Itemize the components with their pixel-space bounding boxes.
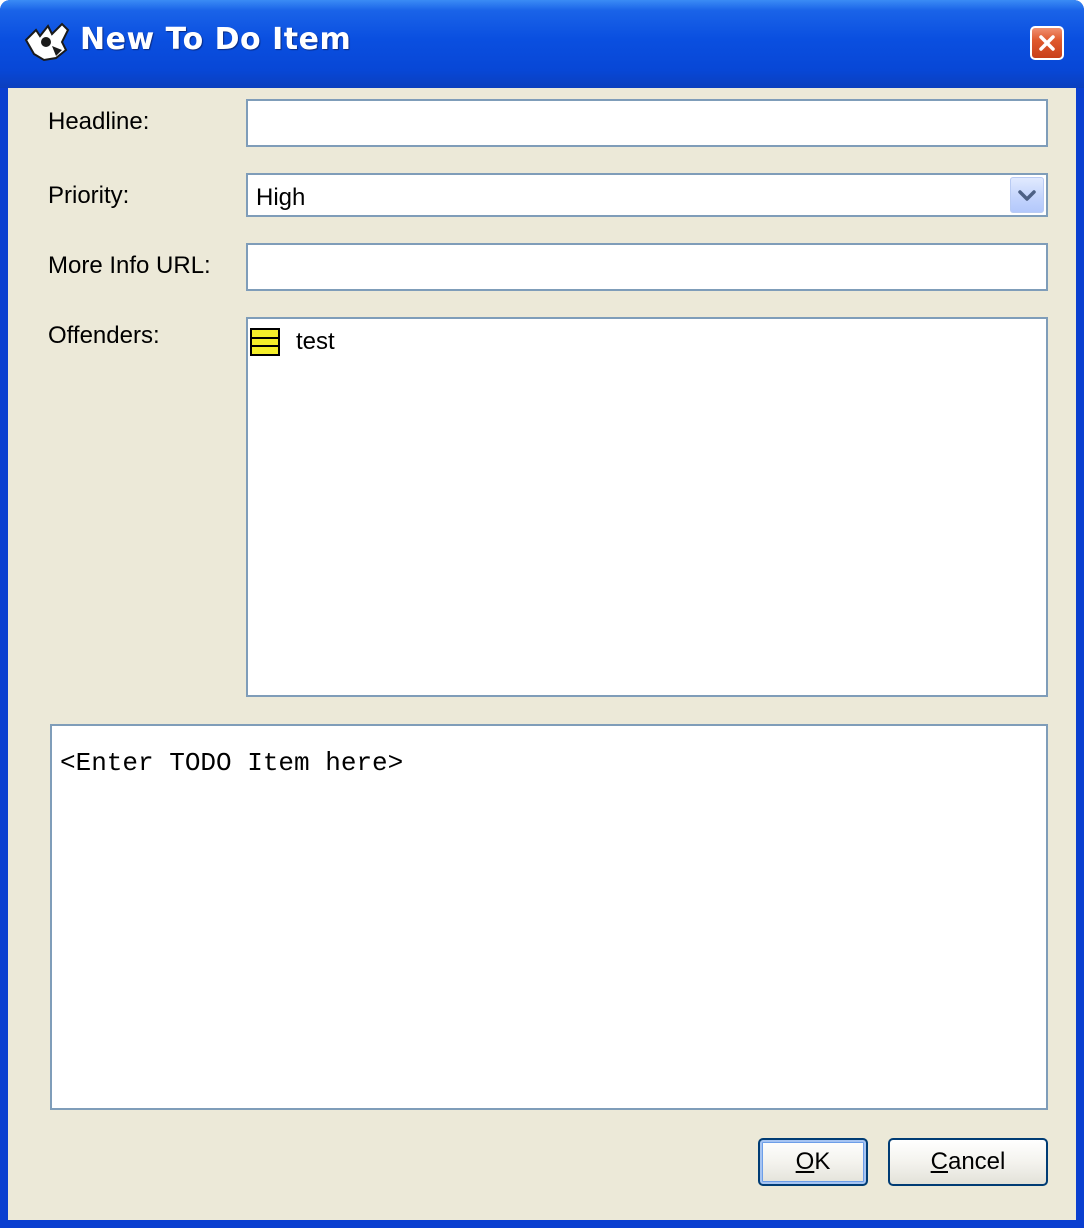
- headline-field[interactable]: [246, 99, 1048, 147]
- offenders-label: Offenders:: [48, 322, 160, 349]
- description-textarea[interactable]: <Enter TODO Item here>: [50, 724, 1048, 1110]
- dialog-content: Headline: Priority: High More Info URL: …: [8, 88, 1076, 1220]
- headline-input[interactable]: [248, 101, 1046, 145]
- close-button[interactable]: [1030, 26, 1064, 60]
- more-info-url-input[interactable]: [248, 245, 1046, 289]
- more-info-url-field[interactable]: [246, 243, 1048, 291]
- title-bar[interactable]: New To Do Item: [0, 0, 1084, 88]
- cancel-button[interactable]: Cancel: [888, 1138, 1048, 1186]
- dialog-window: New To Do Item Headline: Priority: High …: [0, 0, 1084, 1228]
- headline-label: Headline:: [48, 108, 150, 135]
- priority-label: Priority:: [48, 182, 130, 209]
- offender-label: test: [296, 328, 335, 355]
- argouml-app-icon: [24, 22, 70, 62]
- offenders-list[interactable]: test: [246, 317, 1048, 697]
- close-icon: [1039, 35, 1055, 51]
- ok-button-label: OK: [795, 1148, 831, 1175]
- description-text: <Enter TODO Item here>: [60, 748, 404, 778]
- window-title: New To Do Item: [80, 22, 352, 57]
- chevron-down-icon: [1018, 190, 1036, 201]
- class-icon: [250, 328, 280, 356]
- list-item[interactable]: test: [250, 327, 450, 357]
- priority-dropdown-button[interactable]: [1010, 177, 1044, 213]
- priority-selected-value: High: [256, 184, 306, 211]
- cancel-button-label: Cancel: [930, 1148, 1006, 1175]
- more-info-url-label: More Info URL:: [48, 252, 211, 279]
- priority-dropdown[interactable]: High: [246, 173, 1048, 217]
- ok-button[interactable]: OK: [758, 1138, 868, 1186]
